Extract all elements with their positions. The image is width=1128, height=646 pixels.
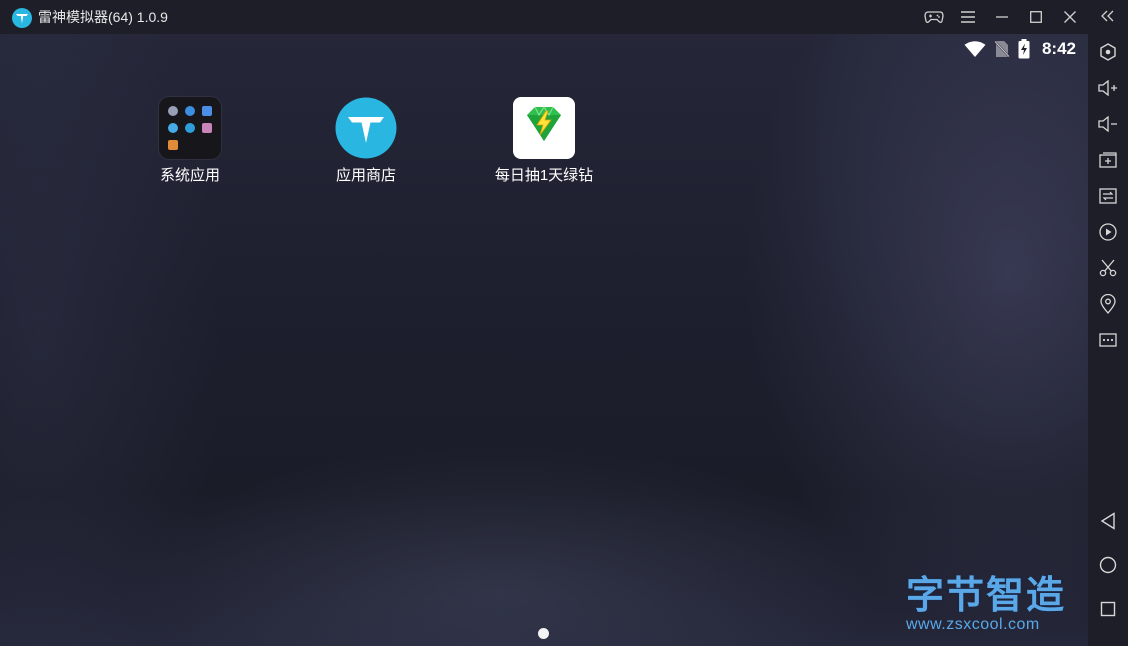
install-apk-icon: [1099, 152, 1117, 168]
green-diamond-icon: [513, 97, 575, 159]
recent-apps-button[interactable]: [1096, 597, 1120, 621]
green-diamond-app[interactable]: 每日抽1天绿钻: [484, 97, 604, 197]
recent-apps-icon: [1100, 601, 1116, 617]
no-sim-icon: [994, 40, 1010, 58]
page-indicator-dot: [538, 628, 549, 639]
system-apps-folder[interactable]: 系统应用: [130, 97, 250, 197]
watermark-url: www.zsxcool.com: [906, 616, 1040, 633]
close-icon: [1064, 11, 1076, 23]
app-store[interactable]: 应用商店: [306, 97, 426, 197]
volume-down-icon: [1098, 116, 1117, 132]
volume-up-icon: [1098, 80, 1117, 96]
more-button[interactable]: [1096, 328, 1120, 352]
app-label: 系统应用: [159, 167, 220, 184]
multi-instance-button[interactable]: [1096, 184, 1120, 208]
screenshot-button[interactable]: [1096, 256, 1120, 280]
wifi-icon: [964, 40, 986, 57]
leidian-logo-icon: [12, 8, 32, 28]
gamepad-button[interactable]: [922, 5, 946, 29]
app-store-icon: [335, 97, 397, 159]
record-button[interactable]: [1096, 220, 1120, 244]
menu-button[interactable]: [956, 5, 980, 29]
system-apps-folder-icon: [159, 97, 221, 159]
app-label: 应用商店: [335, 167, 396, 184]
volume-up-button[interactable]: [1096, 76, 1120, 100]
location-pin-icon: [1100, 294, 1116, 314]
settings-hexagon-icon: [1100, 43, 1116, 61]
maximize-icon: [1030, 11, 1042, 23]
multi-instance-icon: [1099, 188, 1117, 204]
hamburger-menu-icon: [961, 11, 975, 23]
maximize-button[interactable]: [1024, 5, 1048, 29]
close-button[interactable]: [1058, 5, 1082, 29]
emulator-window: 雷神模拟器(64) 1.0.9 8:42 系统应用 应用商店 每日抽1天绿钻 字…: [0, 0, 1128, 646]
home-icon: [1099, 556, 1117, 574]
home-button[interactable]: [1096, 553, 1120, 577]
install-apk-button[interactable]: [1096, 148, 1120, 172]
back-icon: [1100, 512, 1115, 530]
status-bar: 8:42: [964, 38, 1076, 60]
title-bar: 雷神模拟器(64) 1.0.9: [0, 0, 1088, 34]
battery-charging-icon: [1018, 39, 1030, 59]
collapse-icon: [1101, 10, 1114, 22]
watermark: 字节智造 www.zsxcool.com: [906, 574, 1082, 634]
android-home-screen[interactable]: 8:42 系统应用 应用商店 每日抽1天绿钻 字节智造 www.zsxcool.…: [0, 34, 1088, 646]
location-button[interactable]: [1096, 292, 1120, 316]
window-title: 雷神模拟器(64) 1.0.9: [38, 9, 168, 25]
collapse-sidebar-button[interactable]: [1096, 4, 1120, 28]
back-button[interactable]: [1096, 509, 1120, 533]
clock: 8:42: [1041, 39, 1076, 58]
gamepad-icon: [924, 11, 944, 23]
more-icon: [1099, 333, 1117, 347]
record-play-icon: [1099, 223, 1117, 241]
minimize-button[interactable]: [990, 5, 1014, 29]
screenshot-scissors-icon: [1099, 259, 1117, 277]
settings-button[interactable]: [1096, 40, 1120, 64]
minimize-icon: [996, 16, 1008, 18]
app-label: 每日抽1天绿钻: [494, 167, 594, 184]
volume-down-button[interactable]: [1096, 112, 1120, 136]
emulator-sidebar: [1088, 0, 1128, 646]
watermark-title: 字节智造: [906, 573, 1067, 617]
